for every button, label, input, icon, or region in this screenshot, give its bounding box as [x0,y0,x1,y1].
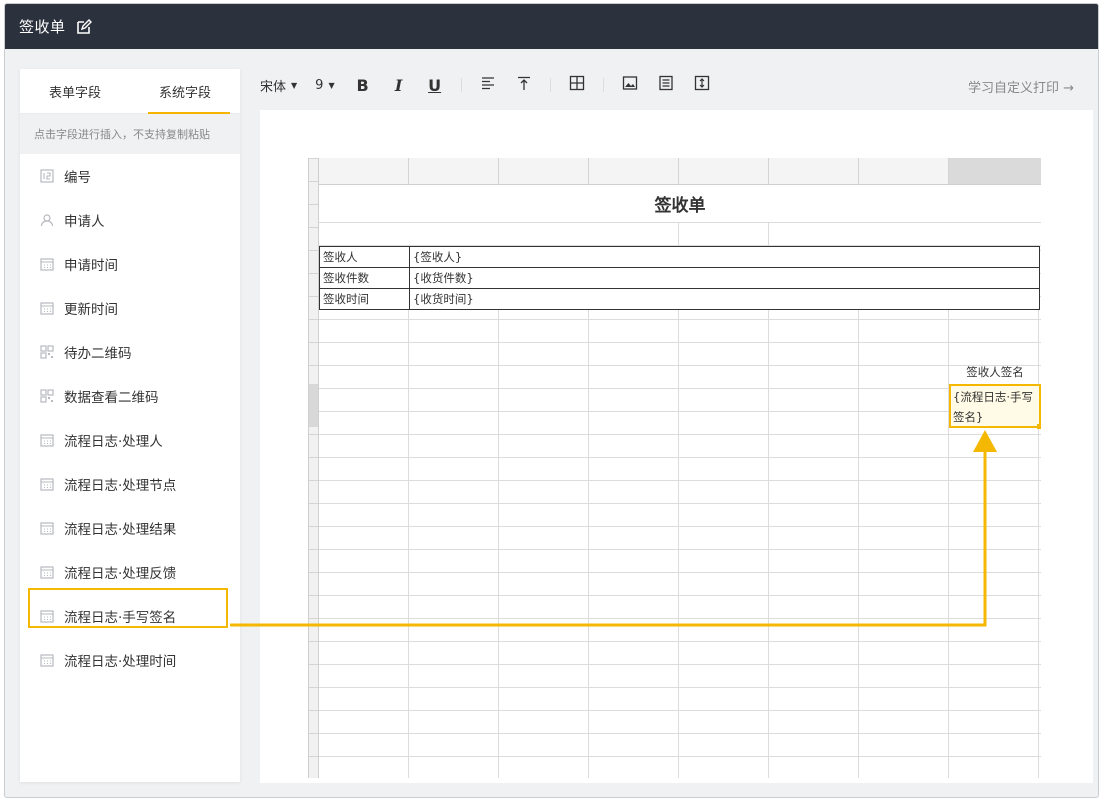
calendar-icon [40,653,54,667]
field-label: 申请时间 [64,258,118,274]
number-icon [40,169,54,183]
page-setting-button[interactable] [656,75,676,95]
field-item-log-result[interactable]: 流程日志·处理结果 [20,506,240,550]
sheet-title[interactable]: 签收单 [319,185,1041,223]
toolbar-divider [549,78,551,92]
edit-icon[interactable] [76,18,92,35]
insert-image-button[interactable] [620,75,640,95]
qrcode-icon [40,345,54,359]
app-window: 签收单 表单字段 系统字段 点击字段进行插入，不支持复制粘贴 编号 申请人 申请… [4,3,1099,798]
field-label: 流程日志·处理反馈 [64,566,177,582]
row-label[interactable]: 签收时间 [319,288,410,310]
field-label: 流程日志·处理结果 [64,522,177,538]
vertical-align-top-icon [516,75,532,95]
user-icon [40,213,54,227]
calendar-icon [40,257,54,271]
signature-cell[interactable]: {流程日志·手写签名} [949,384,1041,429]
field-label: 编号 [64,170,91,186]
field-item-todo-qrcode[interactable]: 待办二维码 [20,330,240,374]
field-item-log-handler[interactable]: 流程日志·处理人 [20,418,240,462]
field-item-applicant[interactable]: 申请人 [20,198,240,242]
selected-column-header [949,158,1041,184]
italic-button[interactable]: I [389,75,409,95]
spacer-row [319,223,1041,246]
calendar-icon [40,301,54,315]
field-label: 流程日志·手写签名 [64,610,177,626]
row-label[interactable]: 签收件数 [319,267,410,289]
align-left-icon [480,75,496,95]
font-family-select[interactable]: 宋体 ▼ [260,76,297,95]
window-title: 签收单 [19,18,66,36]
learn-custom-print-link[interactable]: 学习自定义打印 → [968,77,1074,96]
font-size-select[interactable]: 9 ▼ [315,78,334,93]
border-button[interactable] [567,75,587,95]
toolbar-divider [602,78,604,92]
document-icon [658,75,674,95]
column-header [309,158,1041,185]
calendar-icon [40,521,54,535]
editor-toolbar: 宋体 ▼ 9 ▼ B I U 学习自定义打印 → [260,64,1092,106]
table-border-icon [569,75,585,95]
field-item-log-feedback[interactable]: 流程日志·处理反馈 [20,550,240,594]
field-item-apply-time[interactable]: 申请时间 [20,242,240,286]
align-left-button[interactable] [478,75,498,95]
row-header [309,158,319,778]
field-label: 流程日志·处理节点 [64,478,177,494]
field-label: 更新时间 [64,302,118,318]
calendar-icon [40,609,54,623]
caret-down-icon: ▼ [291,80,298,90]
field-item-data-qrcode[interactable]: 数据查看二维码 [20,374,240,418]
row-value[interactable]: {签收人} [409,246,1040,268]
info-table: 签收人 {签收人} 签收件数 {收货件数} 签收时间 {收货时间} [319,246,1040,310]
field-item-log-node[interactable]: 流程日志·处理节点 [20,462,240,506]
signature-label[interactable]: 签收人签名 [949,361,1041,383]
field-label: 待办二维码 [64,346,132,362]
calendar-icon [40,565,54,579]
row-value[interactable]: {收货时间} [409,288,1040,310]
image-icon [622,75,638,95]
field-item-update-time[interactable]: 更新时间 [20,286,240,330]
font-family-value: 宋体 [260,79,287,95]
field-item-log-time[interactable]: 流程日志·处理时间 [20,638,240,682]
print-canvas: 签收单 签收人 {签收人} 签收件数 {收货件数} 签收时间 {收货时间} 签收… [260,110,1093,783]
calendar-icon [40,477,54,491]
field-item-number[interactable]: 编号 [20,154,240,198]
row-height-button[interactable] [692,75,712,95]
field-label: 数据查看二维码 [64,390,159,406]
underline-button[interactable]: U [425,75,445,95]
field-label: 申请人 [64,214,105,230]
field-label: 流程日志·处理人 [64,434,163,450]
tab-form-fields[interactable]: 表单字段 [20,69,130,113]
calendar-icon [40,433,54,447]
qrcode-icon [40,389,54,403]
table-row: 签收件数 {收货件数} [319,267,1040,289]
field-label: 流程日志·处理时间 [64,654,177,670]
table-row: 签收人 {签收人} [319,246,1040,268]
resize-handle[interactable] [1037,424,1041,429]
toolbar-divider [460,78,462,92]
row-value[interactable]: {收货件数} [409,267,1040,289]
system-field-list: 编号 申请人 申请时间 更新时间 待办二维码 数据查看二维码 流程日志·处理人 … [20,154,240,682]
row-label[interactable]: 签收人 [319,246,410,268]
vertical-align-top-button[interactable] [514,75,534,95]
title-bar: 签收单 [5,4,1098,49]
row-height-icon [694,75,710,95]
signature-placeholder: {流程日志·手写签名} [953,390,1033,424]
field-item-log-signature[interactable]: 流程日志·手写签名 [20,588,240,638]
font-size-value: 9 [315,77,324,93]
bold-button[interactable]: B [353,75,373,95]
template-sheet[interactable]: 签收单 签收人 {签收人} 签收件数 {收货件数} 签收时间 {收货时间} 签收… [308,158,1041,778]
insert-hint: 点击字段进行插入，不支持复制粘贴 [20,114,240,154]
sidebar-tabs: 表单字段 系统字段 [20,69,240,114]
caret-down-icon: ▼ [328,80,335,90]
table-row: 签收时间 {收货时间} [319,288,1040,310]
selected-row-header [309,384,318,427]
tab-system-fields[interactable]: 系统字段 [130,69,240,114]
field-sidebar: 表单字段 系统字段 点击字段进行插入，不支持复制粘贴 编号 申请人 申请时间 更… [20,69,240,782]
